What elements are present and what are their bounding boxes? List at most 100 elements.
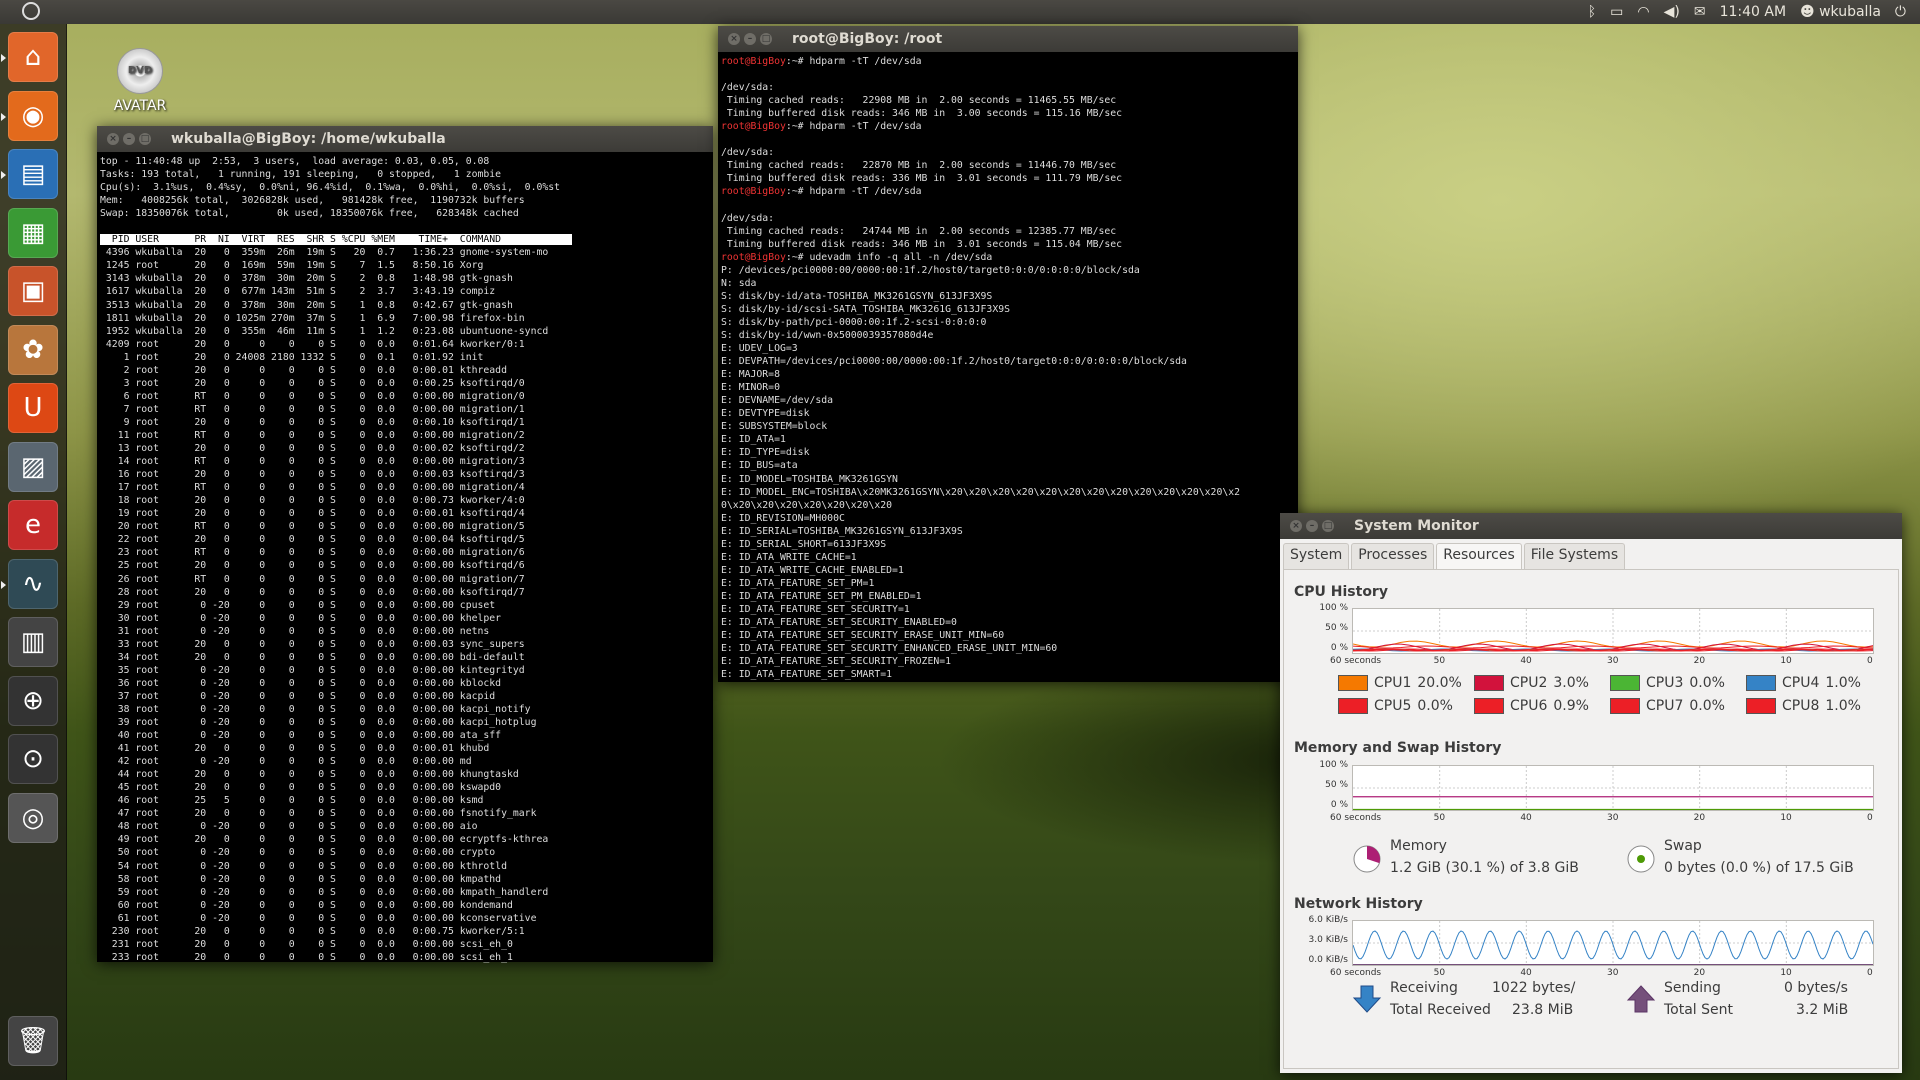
process-row[interactable]: 28 root 20 0 0 0 0 S 0 0.0 0:00.00 ksoft… [100, 587, 525, 598]
wifi-icon[interactable]: ◠ [1637, 4, 1649, 20]
terminal-top-output[interactable]: top - 11:40:48 up 2:53, 3 users, load av… [97, 152, 713, 967]
system-monitor-window[interactable]: × – □ System Monitor System Processes Reso… [1280, 513, 1902, 1073]
minimize-button[interactable]: – [123, 133, 135, 145]
process-row[interactable]: 2 root 20 0 0 0 0 S 0 0.0 0:00.01 kthrea… [100, 365, 507, 376]
writer-icon[interactable]: ▤ [1, 149, 58, 199]
ubuntu-logo-icon[interactable] [22, 2, 40, 20]
process-row[interactable]: 4209 root 20 0 0 0 0 S 0 0.0 0:01.64 kwo… [100, 339, 525, 350]
process-row[interactable]: 20 root RT 0 0 0 0 S 0 0.0 0:00.00 migra… [100, 521, 525, 532]
maximize-button[interactable]: □ [1322, 520, 1334, 532]
process-row[interactable]: 44 root 20 0 0 0 0 S 0 0.0 0:00.00 khung… [100, 769, 519, 780]
process-row[interactable]: 54 root 0 -20 0 0 0 S 0 0.0 0:00.00 kthr… [100, 861, 507, 872]
cpu-color-swatch[interactable] [1610, 675, 1640, 691]
process-row[interactable]: 50 root 0 -20 0 0 0 S 0 0.0 0:00.00 cryp… [100, 847, 496, 858]
process-row[interactable]: 26 root RT 0 0 0 0 S 0 0.0 0:00.00 migra… [100, 574, 525, 585]
close-button[interactable]: × [107, 133, 119, 145]
process-row[interactable]: 61 root 0 -20 0 0 0 S 0 0.0 0:00.00 kcon… [100, 913, 537, 924]
search-files-icon[interactable]: ⊙ [8, 734, 58, 784]
tab-system[interactable]: System [1283, 543, 1350, 569]
workspace-switcher-icon[interactable]: ▥ [8, 617, 58, 667]
process-row[interactable]: 31 root 0 -20 0 0 0 S 0 0.0 0:00.00 netn… [100, 626, 490, 637]
process-row[interactable]: 35 root 0 -20 0 0 0 S 0 0.0 0:00.00 kint… [100, 665, 525, 676]
tab-resources[interactable]: Resources [1436, 543, 1522, 569]
process-row[interactable]: 30 root 0 -20 0 0 0 S 0 0.0 0:00.00 khel… [100, 613, 501, 624]
tab-processes[interactable]: Processes [1351, 543, 1435, 569]
process-row[interactable]: 1952 wkuballa 20 0 355m 46m 11m S 1 1.2 … [100, 326, 548, 337]
process-row[interactable]: 59 root 0 -20 0 0 0 S 0 0.0 0:00.00 kmpa… [100, 887, 549, 898]
process-row[interactable]: 39 root 0 -20 0 0 0 S 0 0.0 0:00.00 kacp… [100, 717, 537, 728]
bluetooth-icon[interactable]: ᛒ [1588, 4, 1596, 20]
process-row[interactable]: 13 root 20 0 0 0 0 S 0 0.0 0:00.02 ksoft… [100, 443, 525, 454]
process-row[interactable]: 7 root RT 0 0 0 0 S 0 0.0 0:00.00 migrat… [100, 404, 525, 415]
desktop-dvd-icon[interactable]: DVD AVATAR [110, 48, 170, 114]
volume-icon[interactable]: ◀) [1664, 4, 1680, 20]
impress-icon[interactable]: ▣ [8, 266, 58, 316]
process-row[interactable]: 1245 root 20 0 169m 59m 19m S 7 1.5 8:50… [100, 260, 484, 271]
process-row[interactable]: 41 root 20 0 0 0 0 S 0 0.0 0:00.01 khubd [100, 743, 490, 754]
terminal-top-window[interactable]: × – □ wkuballa@BigBoy: /home/wkuballa to… [97, 126, 713, 963]
process-row[interactable]: 45 root 20 0 0 0 0 S 0 0.0 0:00.00 kswap… [100, 782, 501, 793]
maximize-button[interactable]: □ [139, 133, 151, 145]
process-row[interactable]: 19 root 20 0 0 0 0 S 0 0.0 0:00.01 ksoft… [100, 508, 525, 519]
terminal-root-titlebar[interactable]: × – □ root@BigBoy: /root [718, 26, 1298, 52]
cpu-color-swatch[interactable] [1610, 698, 1640, 714]
process-row[interactable]: 38 root 0 -20 0 0 0 S 0 0.0 0:00.00 kacp… [100, 704, 531, 715]
process-row[interactable]: 1811 wkuballa 20 0 1025m 270m 37m S 1 6.… [100, 313, 525, 324]
process-row[interactable]: 230 root 20 0 0 0 0 S 0 0.0 0:00.75 kwor… [100, 926, 525, 937]
cpu-color-swatch[interactable] [1746, 675, 1776, 691]
process-row[interactable]: 33 root 20 0 0 0 0 S 0 0.0 0:00.03 sync_… [100, 639, 525, 650]
process-row[interactable]: 14 root RT 0 0 0 0 S 0 0.0 0:00.00 migra… [100, 456, 525, 467]
software-center-icon[interactable]: ✿ [8, 324, 58, 375]
process-row[interactable]: 23 root RT 0 0 0 0 S 0 0.0 0:00.00 migra… [100, 547, 525, 558]
process-row[interactable]: 11 root RT 0 0 0 0 S 0 0.0 0:00.00 migra… [100, 430, 525, 441]
terminal-root-output[interactable]: root@BigBoy:~# hdparm -tT /dev/sda /dev/… [718, 52, 1298, 684]
cpu-color-swatch[interactable] [1338, 675, 1368, 691]
process-row[interactable]: 58 root 0 -20 0 0 0 S 0 0.0 0:00.00 kmpa… [100, 874, 501, 885]
terminal-root-window[interactable]: × – □ root@BigBoy: /root root@BigBoy:~# … [718, 26, 1298, 682]
clock[interactable]: 11:40 AM [1720, 4, 1786, 20]
minimize-button[interactable]: – [744, 33, 756, 45]
minimize-button[interactable]: – [1306, 520, 1318, 532]
process-row[interactable]: 22 root 20 0 0 0 0 S 0 0.0 0:00.04 ksoft… [100, 534, 525, 545]
process-row[interactable]: 231 root 20 0 0 0 0 S 0 0.0 0:00.00 scsi… [100, 939, 513, 950]
process-row[interactable]: 16 root 20 0 0 0 0 S 0 0.0 0:00.03 ksoft… [100, 469, 525, 480]
process-row[interactable]: 34 root 20 0 0 0 0 S 0 0.0 0:00.00 bdi-d… [100, 652, 525, 663]
image-editor-icon[interactable]: ▨ [8, 441, 58, 492]
process-row[interactable]: 37 root 0 -20 0 0 0 S 0 0.0 0:00.00 kacp… [100, 691, 496, 702]
close-button[interactable]: × [1290, 520, 1302, 532]
process-row[interactable]: 42 root 0 -20 0 0 0 S 0 0.0 0:00.00 md [100, 756, 472, 767]
process-row[interactable]: 49 root 20 0 0 0 0 S 0 0.0 0:00.00 ecryp… [100, 834, 549, 845]
search-apps-icon[interactable]: ⊕ [8, 675, 58, 726]
cpu-color-swatch[interactable] [1338, 698, 1368, 714]
terminal-top-titlebar[interactable]: × – □ wkuballa@BigBoy: /home/wkuballa [97, 126, 713, 152]
maximize-button[interactable]: □ [760, 33, 772, 45]
process-row[interactable]: 6 root RT 0 0 0 0 S 0 0.0 0:00.00 migrat… [100, 391, 525, 402]
text-editor-icon[interactable]: e [8, 500, 58, 550]
process-row[interactable]: 40 root 0 -20 0 0 0 S 0 0.0 0:00.00 ata_… [100, 730, 501, 741]
power-icon[interactable]: ⏻ [1895, 4, 1906, 20]
system-monitor-titlebar[interactable]: × – □ System Monitor [1280, 513, 1902, 539]
mail-icon[interactable]: ✉ [1694, 4, 1706, 20]
process-row[interactable]: 4396 wkuballa 20 0 359m 26m 19m S 20 0.7… [100, 247, 548, 258]
close-button[interactable]: × [728, 33, 740, 45]
cpu-color-swatch[interactable] [1474, 675, 1504, 691]
process-row[interactable]: 1617 wkuballa 20 0 677m 143m 51m S 2 3.7… [100, 286, 495, 297]
cpu-color-swatch[interactable] [1746, 698, 1776, 714]
process-row[interactable]: 48 root 0 -20 0 0 0 S 0 0.0 0:00.00 aio [100, 821, 478, 832]
process-row[interactable]: 9 root 20 0 0 0 0 S 0 0.0 0:00.10 ksofti… [100, 417, 525, 428]
calc-icon[interactable]: ▦ [8, 207, 58, 258]
process-row[interactable]: 47 root 20 0 0 0 0 S 0 0.0 0:00.00 fsnot… [100, 808, 537, 819]
process-row[interactable]: 18 root 20 0 0 0 0 S 0 0.0 0:00.73 kwork… [100, 495, 525, 506]
process-row[interactable]: 17 root RT 0 0 0 0 S 0 0.0 0:00.00 migra… [100, 482, 525, 493]
process-row[interactable]: 3 root 20 0 0 0 0 S 0 0.0 0:00.25 ksofti… [100, 378, 525, 389]
user-menu[interactable]: ☻ wkuballa [1800, 4, 1881, 20]
process-row[interactable]: 1 root 20 0 24008 2180 1332 S 0 0.1 0:01… [100, 352, 484, 363]
ubuntu-one-icon[interactable]: U [8, 383, 58, 433]
process-row[interactable]: 3513 wkuballa 20 0 378m 30m 20m S 1 0.8 … [100, 300, 513, 311]
tab-file-systems[interactable]: File Systems [1523, 543, 1626, 569]
process-row[interactable]: 3143 wkuballa 20 0 378m 30m 20m S 2 0.8 … [100, 273, 513, 284]
dvd-launcher-icon[interactable]: ◎ [8, 792, 58, 843]
process-row[interactable]: 36 root 0 -20 0 0 0 S 0 0.0 0:00.00 kblo… [100, 678, 501, 689]
process-row[interactable]: 29 root 0 -20 0 0 0 S 0 0.0 0:00.00 cpus… [100, 600, 496, 611]
firefox-icon[interactable]: ◉ [1, 90, 58, 141]
